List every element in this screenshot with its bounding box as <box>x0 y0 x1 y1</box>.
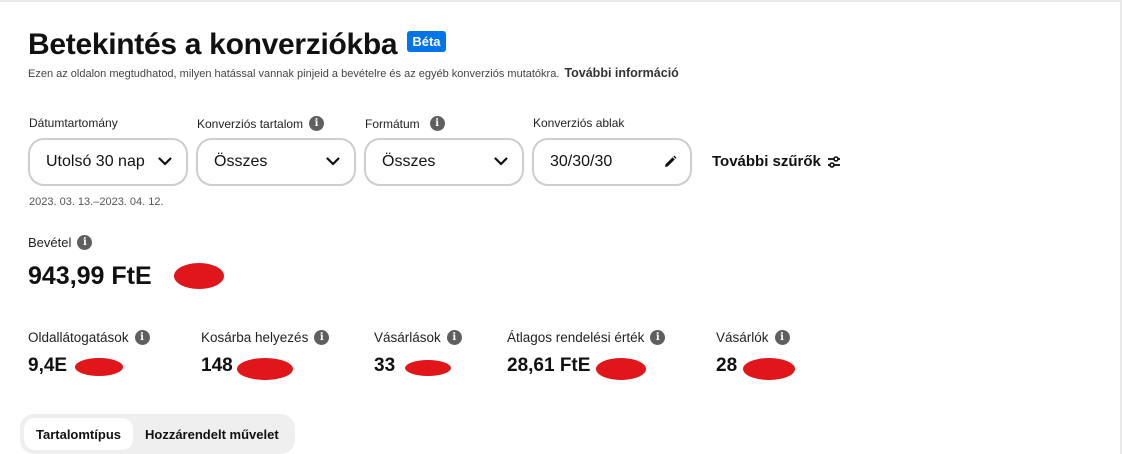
conversion-window-label-text: Konverziós ablak <box>533 116 625 130</box>
redaction-mark <box>743 358 795 380</box>
beta-badge: Béta <box>407 30 446 52</box>
chevron-down-icon <box>494 157 508 166</box>
revenue-label: Bevétel i <box>28 235 93 250</box>
date-range-text: 2023. 03. 13.–2023. 04. 12. <box>29 196 164 208</box>
metric-label: Kosárba helyezés <box>201 330 309 345</box>
pencil-icon <box>665 155 677 167</box>
conversion-content-select[interactable]: Összes <box>196 138 356 186</box>
conversion-window-value: 30/30/30 <box>550 153 613 170</box>
page-header: Betekintés a konverziókba Béta <box>28 28 446 62</box>
view-tabs: Tartalomtípus Hozzárendelt művelet <box>20 414 295 454</box>
more-filters-button[interactable]: További szűrők <box>712 153 841 170</box>
metric-label: Vásárlások <box>374 330 441 345</box>
more-info-link[interactable]: További információ <box>564 66 678 80</box>
format-label: Formátum i <box>365 116 445 131</box>
top-border <box>0 0 1122 2</box>
tab-content-type[interactable]: Tartalomtípus <box>24 418 133 450</box>
info-icon[interactable]: i <box>77 235 93 250</box>
page-subtitle: Ezen az oldalon megtudhatod, milyen hatá… <box>28 66 679 80</box>
more-filters-label: További szűrők <box>712 153 821 170</box>
metric-label: Oldallátogatások <box>28 330 129 345</box>
metric-label: Átlagos rendelési érték <box>507 330 645 345</box>
conversion-content-label-text: Konverziós tartalom <box>197 116 304 131</box>
conversion-window-label: Konverziós ablak <box>533 116 624 130</box>
conversion-content-label: Konverziós tartalom i <box>197 116 325 131</box>
metric-label: Vásárlók <box>716 330 769 345</box>
format-value: Összes <box>382 153 436 170</box>
redaction-mark <box>596 358 646 380</box>
format-select[interactable]: Összes <box>364 138 524 186</box>
redaction-mark <box>405 360 451 376</box>
redaction-mark <box>75 358 123 376</box>
page-title: Betekintés a konverziókba <box>28 28 398 61</box>
info-icon[interactable]: i <box>774 330 790 345</box>
revenue-label-text: Bevétel <box>28 235 72 250</box>
sliders-icon <box>827 155 840 168</box>
date-range-select[interactable]: Utolsó 30 nap <box>28 138 188 186</box>
date-range-label: Dátumtartomány <box>29 116 118 130</box>
info-icon[interactable]: i <box>309 116 325 131</box>
redaction-mark <box>237 358 293 380</box>
info-icon[interactable]: i <box>134 330 150 345</box>
tab-attributed-action[interactable]: Hozzárendelt művelet <box>133 418 291 450</box>
conversion-window-field[interactable]: 30/30/30 <box>532 138 692 186</box>
info-icon[interactable]: i <box>650 330 666 345</box>
info-icon[interactable]: i <box>429 116 445 131</box>
date-range-label-text: Dátumtartomány <box>29 116 118 130</box>
conversion-content-value: Összes <box>214 153 268 170</box>
chevron-down-icon <box>158 157 172 166</box>
chevron-down-icon <box>326 157 340 166</box>
date-range-value: Utolsó 30 nap <box>46 153 145 170</box>
redaction-mark <box>174 263 224 289</box>
format-label-text: Formátum <box>365 116 420 131</box>
revenue-value: 943,99 FtE <box>28 262 152 290</box>
subtitle-text: Ezen az oldalon megtudhatod, milyen hatá… <box>28 68 560 80</box>
info-icon[interactable]: i <box>446 330 462 345</box>
info-icon[interactable]: i <box>314 330 330 345</box>
